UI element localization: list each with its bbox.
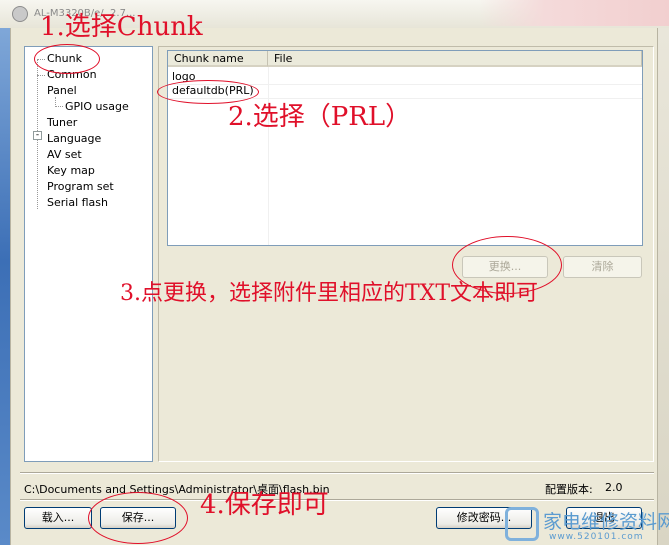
list-header: Chunk name File [168,51,642,67]
version-label: 配置版本: [545,483,593,496]
annotation-step2: 2.选择（PRL） [228,102,412,132]
highlight-ellipse [34,44,100,74]
tree-connector [37,75,45,76]
tree-item-av-set[interactable]: AV set [47,148,82,162]
chunk-tree[interactable]: - Chunk Common Panel GPIO usage Tuner La… [24,46,153,462]
chunk-list[interactable]: Chunk name File logo defaultdb(PRL) [167,50,643,246]
expand-collapse-icon[interactable]: - [33,131,42,140]
tree-item-program-set[interactable]: Program set [47,180,114,194]
tree-item-language[interactable]: Language [47,132,101,146]
annotation-step3: 3.点更换，选择附件里相应的TXT文本即可 [120,281,539,306]
right-edge [658,28,669,545]
tree-item-panel[interactable]: Panel [47,84,77,98]
tree-item-tuner[interactable]: Tuner [47,116,77,130]
tree-connector [55,106,63,107]
load-button[interactable]: 载入... [24,507,92,529]
version-value: 2.0 [605,481,623,494]
column-file[interactable]: File [268,51,642,67]
watermark: 家电维修资料网 www.520101.com [505,505,669,543]
annotation-step1: 1.选择Chunk [40,12,203,42]
title-bar-highlight [479,0,669,26]
separator [20,472,654,474]
highlight-ellipse [157,80,259,104]
column-chunk-name[interactable]: Chunk name [168,51,268,67]
app-icon [12,6,28,22]
desktop-strip [0,28,10,545]
tree-item-gpio-usage[interactable]: GPIO usage [65,100,129,114]
tree-item-key-map[interactable]: Key map [47,164,95,178]
watermark-text: 家电维修资料网 [543,511,669,533]
watermark-url: www.520101.com [549,532,644,542]
grid-line [268,67,269,245]
watermark-logo-icon [505,507,539,541]
highlight-ellipse [88,492,188,544]
annotation-step4: 4.保存即可 [200,490,329,520]
clear-button[interactable]: 清除 [563,256,642,278]
tree-item-serial-flash[interactable]: Serial flash [47,196,108,210]
